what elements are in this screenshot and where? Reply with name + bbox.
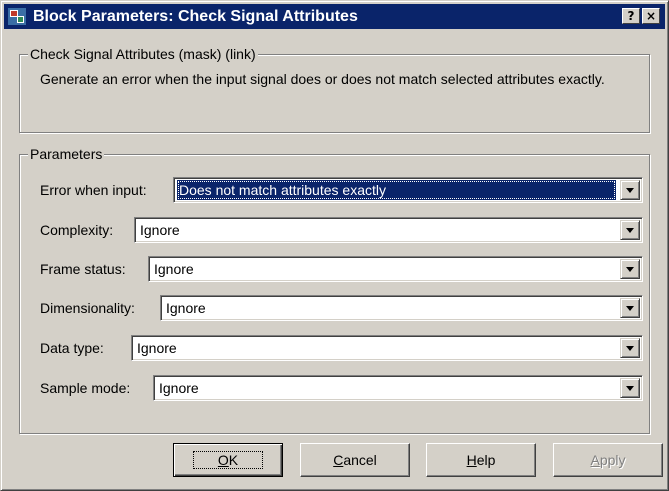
error-when-input-label: Error when input: [40,182,147,198]
param-row-sample-mode: Sample mode: Ignore [40,375,643,401]
ok-button-label: OK [192,451,264,469]
frame-status-dropdown[interactable]: Ignore [148,256,643,282]
cancel-button[interactable]: Cancel [300,443,410,477]
complexity-value: Ignore [140,222,180,238]
apply-mnemonic: A [590,452,600,468]
dimensionality-label: Dimensionality: [40,300,135,316]
error-when-input-value: Does not match attributes exactly [177,180,616,200]
complexity-dropdown[interactable]: Ignore [134,217,643,243]
ok-button[interactable]: OK [173,443,283,477]
error-when-input-dropdown[interactable]: Does not match attributes exactly [173,177,643,203]
cancel-label-rest: ancel [343,452,377,468]
param-row-error-when-input: Error when input: Does not match attribu… [40,177,643,203]
window-title: Block Parameters: Check Signal Attribute… [33,8,358,25]
help-button[interactable]: Help [426,443,536,477]
block-parameters-dialog: Block Parameters: Check Signal Attribute… [0,0,669,491]
param-row-frame-status: Frame status: Ignore [40,256,643,282]
chevron-down-icon[interactable] [620,338,640,358]
data-type-label: Data type: [40,340,104,356]
parameters-group: Parameters Error when input: Does not ma… [19,145,650,434]
chevron-down-icon[interactable] [620,378,640,398]
help-mnemonic: H [466,452,477,468]
parameters-legend: Parameters [28,145,105,163]
param-row-complexity: Complexity: Ignore [40,217,643,243]
sample-mode-dropdown[interactable]: Ignore [153,375,643,401]
chevron-down-icon[interactable] [620,180,640,200]
apply-button[interactable]: Apply [553,443,663,477]
chevron-down-icon[interactable] [620,298,640,318]
ok-mnemonic: O [217,452,229,468]
data-type-value: Ignore [137,340,177,356]
title-close-button[interactable]: × [642,8,660,24]
sample-mode-value: Ignore [159,380,199,396]
ok-label-rest: K [228,452,239,468]
apply-label-rest: pply [599,452,626,468]
param-row-dimensionality: Dimensionality: Ignore [40,295,643,321]
frame-status-label: Frame status: [40,261,126,277]
param-row-data-type: Data type: Ignore [40,335,643,361]
frame-status-value: Ignore [154,261,194,277]
data-type-dropdown[interactable]: Ignore [131,335,643,361]
mask-description-group: Check Signal Attributes (mask) (link) Ge… [19,45,650,133]
simulink-block-icon [8,8,26,25]
mask-description: Generate an error when the input signal … [40,71,605,87]
title-bar[interactable]: Block Parameters: Check Signal Attribute… [4,4,665,29]
sample-mode-label: Sample mode: [40,380,131,396]
dimensionality-value: Ignore [166,300,206,316]
help-label-rest: elp [476,452,496,468]
title-help-button[interactable]: ? [622,8,640,24]
dimensionality-dropdown[interactable]: Ignore [160,295,643,321]
cancel-mnemonic: C [333,452,344,468]
chevron-down-icon[interactable] [620,259,640,279]
mask-legend: Check Signal Attributes (mask) (link) [28,45,258,63]
chevron-down-icon[interactable] [620,220,640,240]
complexity-label: Complexity: [40,222,114,238]
